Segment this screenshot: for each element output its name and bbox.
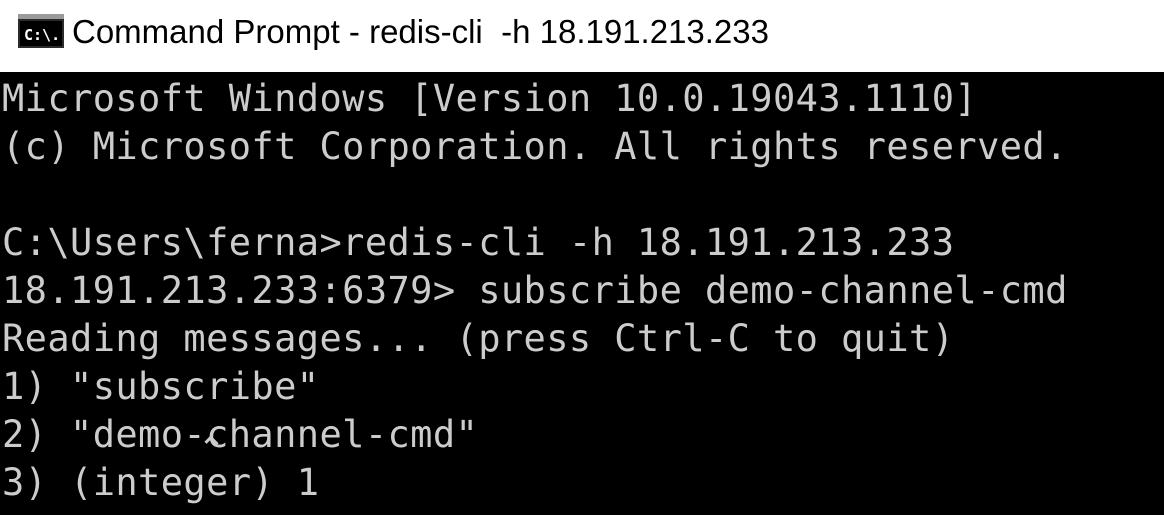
command-prompt-window: C:\. Command Prompt - redis-cli -h 18.19… xyxy=(0,0,1164,515)
console-lines: Microsoft Windows [Version 10.0.19043.11… xyxy=(2,75,1068,507)
window-title: Command Prompt - redis-cli -h 18.191.213… xyxy=(72,13,769,50)
console-line: 2) "demo-channel-cmd" xyxy=(2,413,479,456)
console-line: 1) "subscribe" xyxy=(2,365,320,408)
cmd-icon-glyph: C:\. xyxy=(24,26,60,44)
console-line: C:\Users\ferna>redis-cli -h 18.191.213.2… xyxy=(2,221,955,264)
console-line: 3) (integer) 1 xyxy=(2,461,320,504)
console-line: (c) Microsoft Corporation. All rights re… xyxy=(2,125,1068,168)
console-line: Reading messages... (press Ctrl-C to qui… xyxy=(2,317,955,360)
console-line: Microsoft Windows [Version 10.0.19043.11… xyxy=(2,77,978,120)
title-bar[interactable]: C:\. Command Prompt - redis-cli -h 18.19… xyxy=(0,0,1164,72)
console-output[interactable]: Microsoft Windows [Version 10.0.19043.11… xyxy=(0,72,1164,515)
cmd-console-icon: C:\. xyxy=(18,14,64,48)
console-line: 18.191.213.233:6379> subscribe demo-chan… xyxy=(2,269,1068,312)
